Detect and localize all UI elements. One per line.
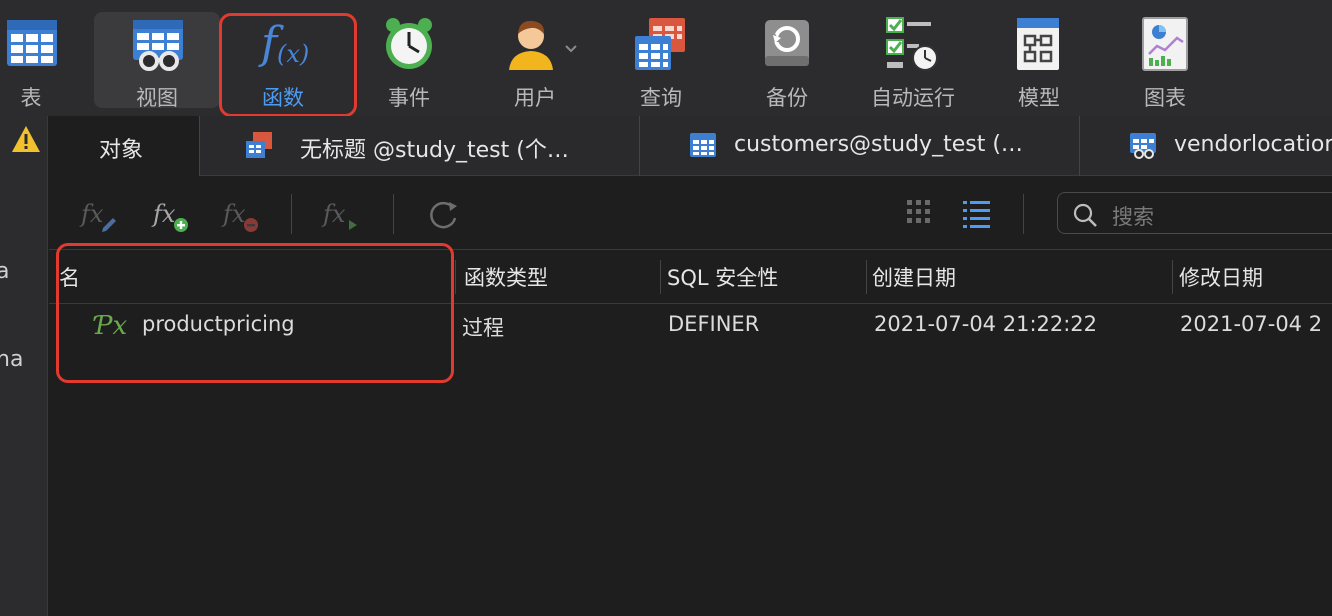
svg-text:fx: fx: [79, 200, 104, 228]
tab-vendorlocation[interactable]: vendorlocation: [1080, 116, 1332, 176]
toolbar-function-label: 函数: [262, 86, 304, 110]
function-list-table: 名 函数类型 SQL 安全性 创建日期 修改日期 Ƥx productprici…: [49, 250, 1332, 616]
toolbar-table-label: 表: [20, 86, 42, 110]
toolbar-chart-button[interactable]: 图表: [1102, 0, 1228, 116]
toolbar-separator: [1023, 194, 1024, 234]
view-icon: [1130, 133, 1156, 159]
function-icon: f (x): [258, 18, 309, 69]
tab-untitled-query-label: 无标题 @study_test (个…: [300, 138, 569, 163]
toolbar-view-button[interactable]: 视图: [94, 12, 220, 110]
user-icon: [509, 20, 553, 70]
search-placeholder: 搜索: [1112, 205, 1154, 229]
table-header: 名 函数类型 SQL 安全性 创建日期 修改日期: [49, 250, 1332, 304]
toolbar-backup-button[interactable]: 备份: [724, 0, 850, 116]
toolbar-separator: [291, 194, 292, 234]
tab-customers-label: customers@study_test (…: [734, 132, 1023, 157]
column-header-sql-security[interactable]: SQL 安全性: [667, 262, 778, 292]
modified-date-cell: 2021-07-04 2: [1180, 312, 1323, 336]
function-type-cell: 过程: [462, 316, 504, 340]
chevron-down-icon: [565, 45, 577, 53]
column-header-created-date[interactable]: 创建日期: [872, 262, 956, 292]
connection-sidebar: a na: [0, 116, 48, 616]
tab-untitled-query[interactable]: 无标题 @study_test (个…: [200, 116, 640, 176]
query-icon: [635, 18, 685, 70]
delete-function-button[interactable]: fx: [219, 194, 263, 234]
svg-text:(x): (x): [277, 40, 309, 68]
column-header-function-type[interactable]: 函数类型: [464, 262, 548, 292]
query-icon: [246, 132, 272, 158]
view-icon: [133, 20, 183, 71]
toolbar-function-button[interactable]: f (x) 函数: [220, 0, 346, 116]
table-row[interactable]: Ƥx productpricing 过程 DEFINER 2021-07-04 …: [49, 304, 1332, 348]
svg-text:fx: fx: [151, 200, 176, 228]
toolbar-separator: [393, 194, 394, 234]
tab-customers[interactable]: customers@study_test (…: [640, 116, 1080, 176]
warning-icon: [12, 126, 40, 152]
automation-icon: [886, 17, 938, 71]
svg-text:Ƥx: Ƥx: [93, 311, 127, 341]
execute-function-button[interactable]: fx: [319, 194, 363, 234]
tab-vendorlocation-label: vendorlocation: [1174, 132, 1332, 157]
column-divider[interactable]: [866, 260, 867, 294]
procedure-icon: Ƥx: [93, 311, 127, 341]
toolbar-query-label: 查询: [640, 86, 682, 110]
created-date-cell: 2021-07-04 21:22:22: [874, 312, 1098, 336]
sidebar-item-fragment[interactable]: a: [0, 259, 9, 284]
table-icon: [690, 133, 716, 157]
column-header-modified-date[interactable]: 修改日期: [1179, 262, 1263, 292]
tab-objects[interactable]: 对象: [49, 116, 200, 176]
tab-objects-label: 对象: [99, 138, 144, 163]
model-icon: [1017, 18, 1059, 70]
edit-function-button[interactable]: fx: [77, 194, 121, 234]
chart-icon: [1142, 17, 1188, 71]
toolbar-user-label: 用户: [514, 86, 556, 110]
table-icon: [7, 20, 57, 66]
toolbar-event-label: 事件: [388, 86, 430, 110]
toolbar-query-button[interactable]: 查询: [598, 0, 724, 116]
column-divider[interactable]: [1172, 260, 1173, 294]
grid-view-icon[interactable]: [905, 198, 937, 230]
clock-icon: [386, 18, 432, 69]
new-function-button[interactable]: fx: [149, 194, 193, 234]
object-toolbar: fx fx fx fx 搜索: [49, 176, 1332, 250]
toolbar-model-button[interactable]: 模型: [976, 0, 1102, 116]
search-icon: [1073, 203, 1097, 227]
refresh-button[interactable]: [421, 194, 465, 234]
search-field[interactable]: 搜索: [1057, 192, 1332, 234]
svg-text:fx: fx: [221, 200, 246, 228]
sql-security-cell: DEFINER: [668, 312, 760, 336]
toolbar-table-button[interactable]: 表: [0, 0, 94, 116]
column-divider[interactable]: [660, 260, 661, 294]
toolbar-view-label: 视图: [136, 86, 178, 110]
svg-text:fx: fx: [321, 200, 346, 228]
toolbar-automation-button[interactable]: 自动运行: [850, 0, 976, 116]
toolbar-chart-label: 图表: [1144, 86, 1186, 110]
toolbar-event-button[interactable]: 事件: [346, 0, 472, 116]
toolbar-user-button[interactable]: 用户: [472, 0, 598, 116]
sidebar-item-fragment[interactable]: na: [0, 347, 23, 372]
toolbar-backup-label: 备份: [766, 86, 808, 110]
toolbar-automation-label: 自动运行: [871, 86, 955, 110]
backup-icon: [765, 20, 809, 66]
column-header-name[interactable]: 名: [59, 262, 80, 292]
toolbar-model-label: 模型: [1018, 86, 1060, 110]
list-view-icon[interactable]: [961, 198, 993, 230]
column-divider[interactable]: [455, 260, 456, 294]
function-name-cell: productpricing: [142, 312, 295, 336]
main-toolbar: 表 视图 f (x) 函数 事件 用户 查询 备份 自动运行 模型 图表: [0, 0, 1332, 117]
tab-bar: 对象 无标题 @study_test (个… customers@study_t…: [49, 116, 1332, 176]
